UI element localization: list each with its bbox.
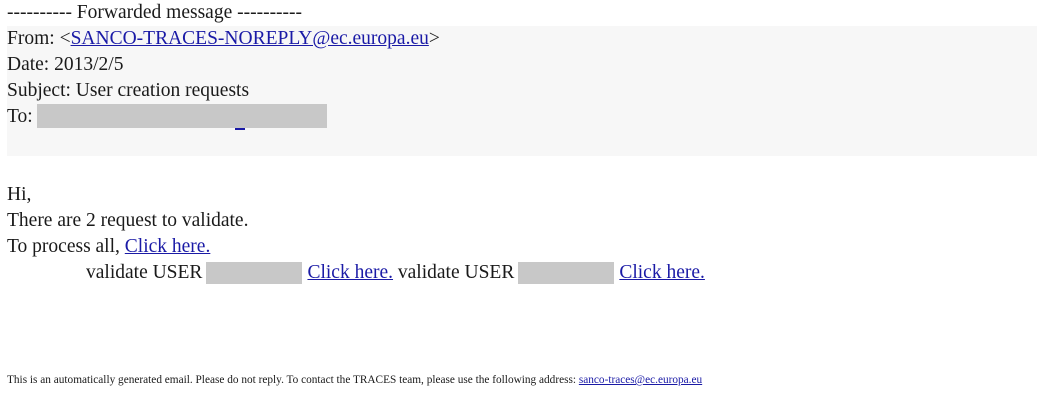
footer-text: This is an automatically generated email… [7, 374, 577, 386]
redacted-recipient [36, 103, 327, 130]
process-all-text: To process all, [7, 236, 120, 257]
validate-users-line: validate USER Click here. validate USER Cl… [7, 260, 1037, 286]
email-message: ---------- Forwarded message ---------- … [7, 0, 1037, 286]
redacted-user-1 [206, 261, 303, 284]
validate-user-2-label: validate USER [397, 262, 515, 283]
forward-header: ---------- Forwarded message ---------- … [7, 0, 1037, 156]
greeting: Hi, [7, 184, 32, 205]
auto-generated-footer: This is an automatically generated email… [7, 372, 702, 388]
from-line: From: <SANCO-TRACES-NOREPLY@ec.europa.eu… [7, 26, 1037, 52]
from-email-link[interactable]: SANCO-TRACES-NOREPLY@ec.europa.eu [71, 28, 429, 49]
subject-line: Subject: User creation requests [7, 80, 250, 101]
to-label: To: [7, 106, 33, 127]
process-all-link[interactable]: Click here. [125, 236, 211, 257]
forward-separator: ---------- Forwarded message ---------- [7, 2, 303, 23]
process-all-line: To process all, Click here. [7, 234, 1037, 260]
from-label: From: [7, 28, 55, 49]
validate-user-2-link[interactable]: Click here. [619, 262, 705, 283]
from-open-bracket: < [59, 28, 71, 49]
from-close-bracket: > [428, 28, 440, 49]
redacted-user-2 [518, 261, 615, 284]
validate-user-1-link[interactable]: Click here. [307, 262, 393, 283]
request-count-line: There are 2 request to validate. [7, 210, 249, 231]
footer-email-link[interactable]: sanco-traces@ec.europa.eu [579, 374, 702, 386]
to-line: To: [7, 103, 1037, 130]
validate-user-1-label: validate USER [86, 262, 203, 283]
date-line: Date: 2013/2/5 [7, 54, 124, 75]
